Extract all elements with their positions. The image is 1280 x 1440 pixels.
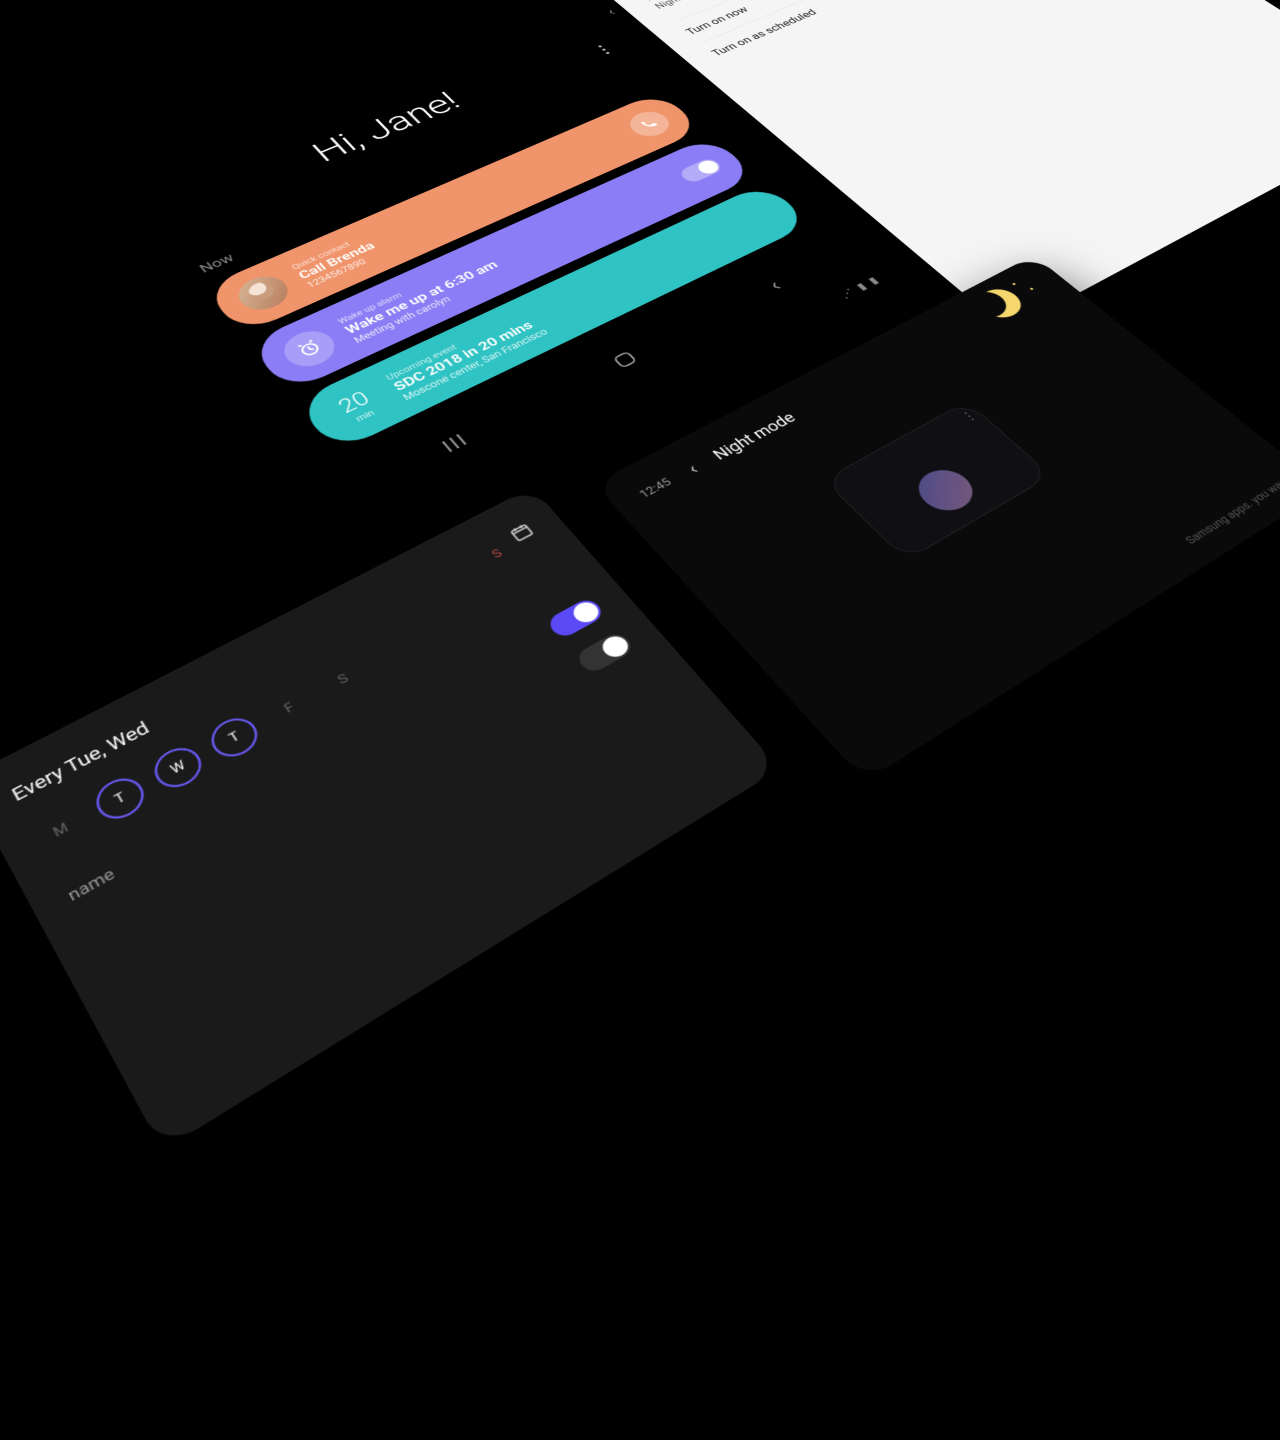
day-m[interactable]: M (29, 802, 92, 859)
chevron-left-icon[interactable]: ‹ (603, 6, 619, 18)
event-time: 20 min (324, 383, 390, 430)
wifi-icon: ⋰ (838, 287, 858, 301)
day-w[interactable]: W (147, 741, 209, 795)
turn-on-now[interactable]: Turn on now (675, 0, 1060, 43)
night2-panel: 12:45 ‹ Night mode Samsung apps. you wan… (594, 255, 1280, 781)
signal-icon: ▮ (854, 281, 870, 293)
day-f[interactable]: F (259, 682, 320, 734)
alarm-toggle[interactable] (677, 157, 725, 185)
nav-home[interactable] (613, 351, 638, 369)
day-t2[interactable]: T (204, 711, 265, 764)
alarm-icon (276, 325, 344, 374)
greeting: Hi, Jane! (140, 27, 612, 237)
nav-recent[interactable]: III (438, 430, 473, 456)
phone-icon[interactable] (622, 107, 676, 141)
n2-desc: Samsung apps. you want (1182, 474, 1280, 548)
avatar (230, 270, 296, 316)
battery-icon: ▮ (866, 275, 882, 286)
nav-back[interactable]: ‹ (763, 276, 787, 295)
cal-row1: name (64, 864, 118, 905)
day-t[interactable]: T (89, 771, 151, 827)
day-s2[interactable]: S (313, 654, 373, 704)
